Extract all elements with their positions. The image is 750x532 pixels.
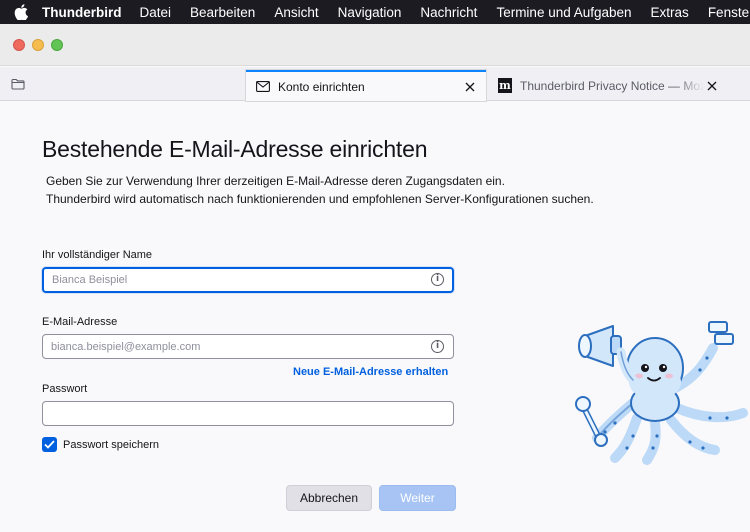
- close-tab-icon[interactable]: [704, 78, 720, 94]
- info-icon[interactable]: i: [431, 340, 444, 353]
- password-label: Passwort: [42, 383, 88, 395]
- password-field[interactable]: [42, 401, 454, 426]
- info-icon[interactable]: i: [431, 273, 444, 286]
- megaphone-icon: [578, 325, 622, 367]
- window-titlebar: [0, 24, 750, 66]
- name-field[interactable]: i: [42, 267, 454, 293]
- tab-strip: Konto einrichten m Thunderbird Privacy N…: [0, 67, 750, 101]
- wrench-icon: [575, 396, 608, 447]
- tab-label: Konto einrichten: [278, 79, 365, 94]
- cancel-button[interactable]: Abbrechen: [286, 485, 372, 511]
- menu-fenster[interactable]: Fenster: [708, 5, 750, 20]
- account-setup-page: Bestehende E-Mail-Adresse einrichten Geb…: [0, 102, 750, 532]
- description-line-2: Thunderbird wird automatisch nach funkti…: [46, 192, 594, 206]
- octopus-mascot-illustration: [575, 321, 748, 465]
- page-title: Bestehende E-Mail-Adresse einrichten: [42, 136, 428, 162]
- window-minimize-button[interactable]: [32, 39, 44, 51]
- name-input[interactable]: [52, 269, 422, 291]
- mozilla-m-icon: m: [498, 78, 512, 93]
- description-line-1: Geben Sie zur Verwendung Ihrer derzeitig…: [46, 174, 505, 188]
- password-input[interactable]: [51, 402, 421, 425]
- checkmark-icon: [44, 440, 55, 449]
- menu-termine-und-aufgaben[interactable]: Termine und Aufgaben: [496, 5, 631, 20]
- apple-icon[interactable]: [14, 4, 28, 20]
- menu-extras[interactable]: Extras: [651, 5, 689, 20]
- name-label: Ihr vollständiger Name: [42, 249, 153, 261]
- menu-navigation[interactable]: Navigation: [338, 5, 402, 20]
- close-tab-icon[interactable]: [462, 79, 478, 95]
- tab-privacy-notice[interactable]: m Thunderbird Privacy Notice — Mozilla: [488, 70, 728, 101]
- app-menu-thunderbird[interactable]: Thunderbird: [42, 5, 122, 20]
- envelope-icon: [256, 80, 270, 94]
- folder-icon[interactable]: [8, 76, 28, 92]
- plug-icon: [708, 321, 734, 345]
- get-new-email-link[interactable]: Neue E-Mail-Adresse erhalten: [293, 366, 448, 378]
- remember-password-row[interactable]: Passwort speichern: [42, 437, 159, 452]
- menu-nachricht[interactable]: Nachricht: [420, 5, 477, 20]
- email-input[interactable]: [51, 335, 421, 358]
- page-description: Geben Sie zur Verwendung Ihrer derzeitig…: [46, 172, 594, 208]
- email-field[interactable]: i: [42, 334, 454, 359]
- continue-button[interactable]: Weiter: [379, 485, 456, 511]
- tab-label: Thunderbird Privacy Notice — Mozilla: [520, 78, 704, 93]
- menu-bar: Thunderbird Datei Bearbeiten Ansicht Nav…: [0, 0, 750, 24]
- window-zoom-button[interactable]: [51, 39, 63, 51]
- remember-password-label: Passwort speichern: [63, 438, 159, 451]
- menu-ansicht[interactable]: Ansicht: [274, 5, 318, 20]
- menu-bearbeiten[interactable]: Bearbeiten: [190, 5, 255, 20]
- tab-konto-einrichten[interactable]: Konto einrichten: [246, 70, 486, 101]
- email-label: E-Mail-Adresse: [42, 316, 118, 328]
- remember-password-checkbox[interactable]: [42, 437, 57, 452]
- window-close-button[interactable]: [13, 39, 25, 51]
- menu-datei[interactable]: Datei: [140, 5, 172, 20]
